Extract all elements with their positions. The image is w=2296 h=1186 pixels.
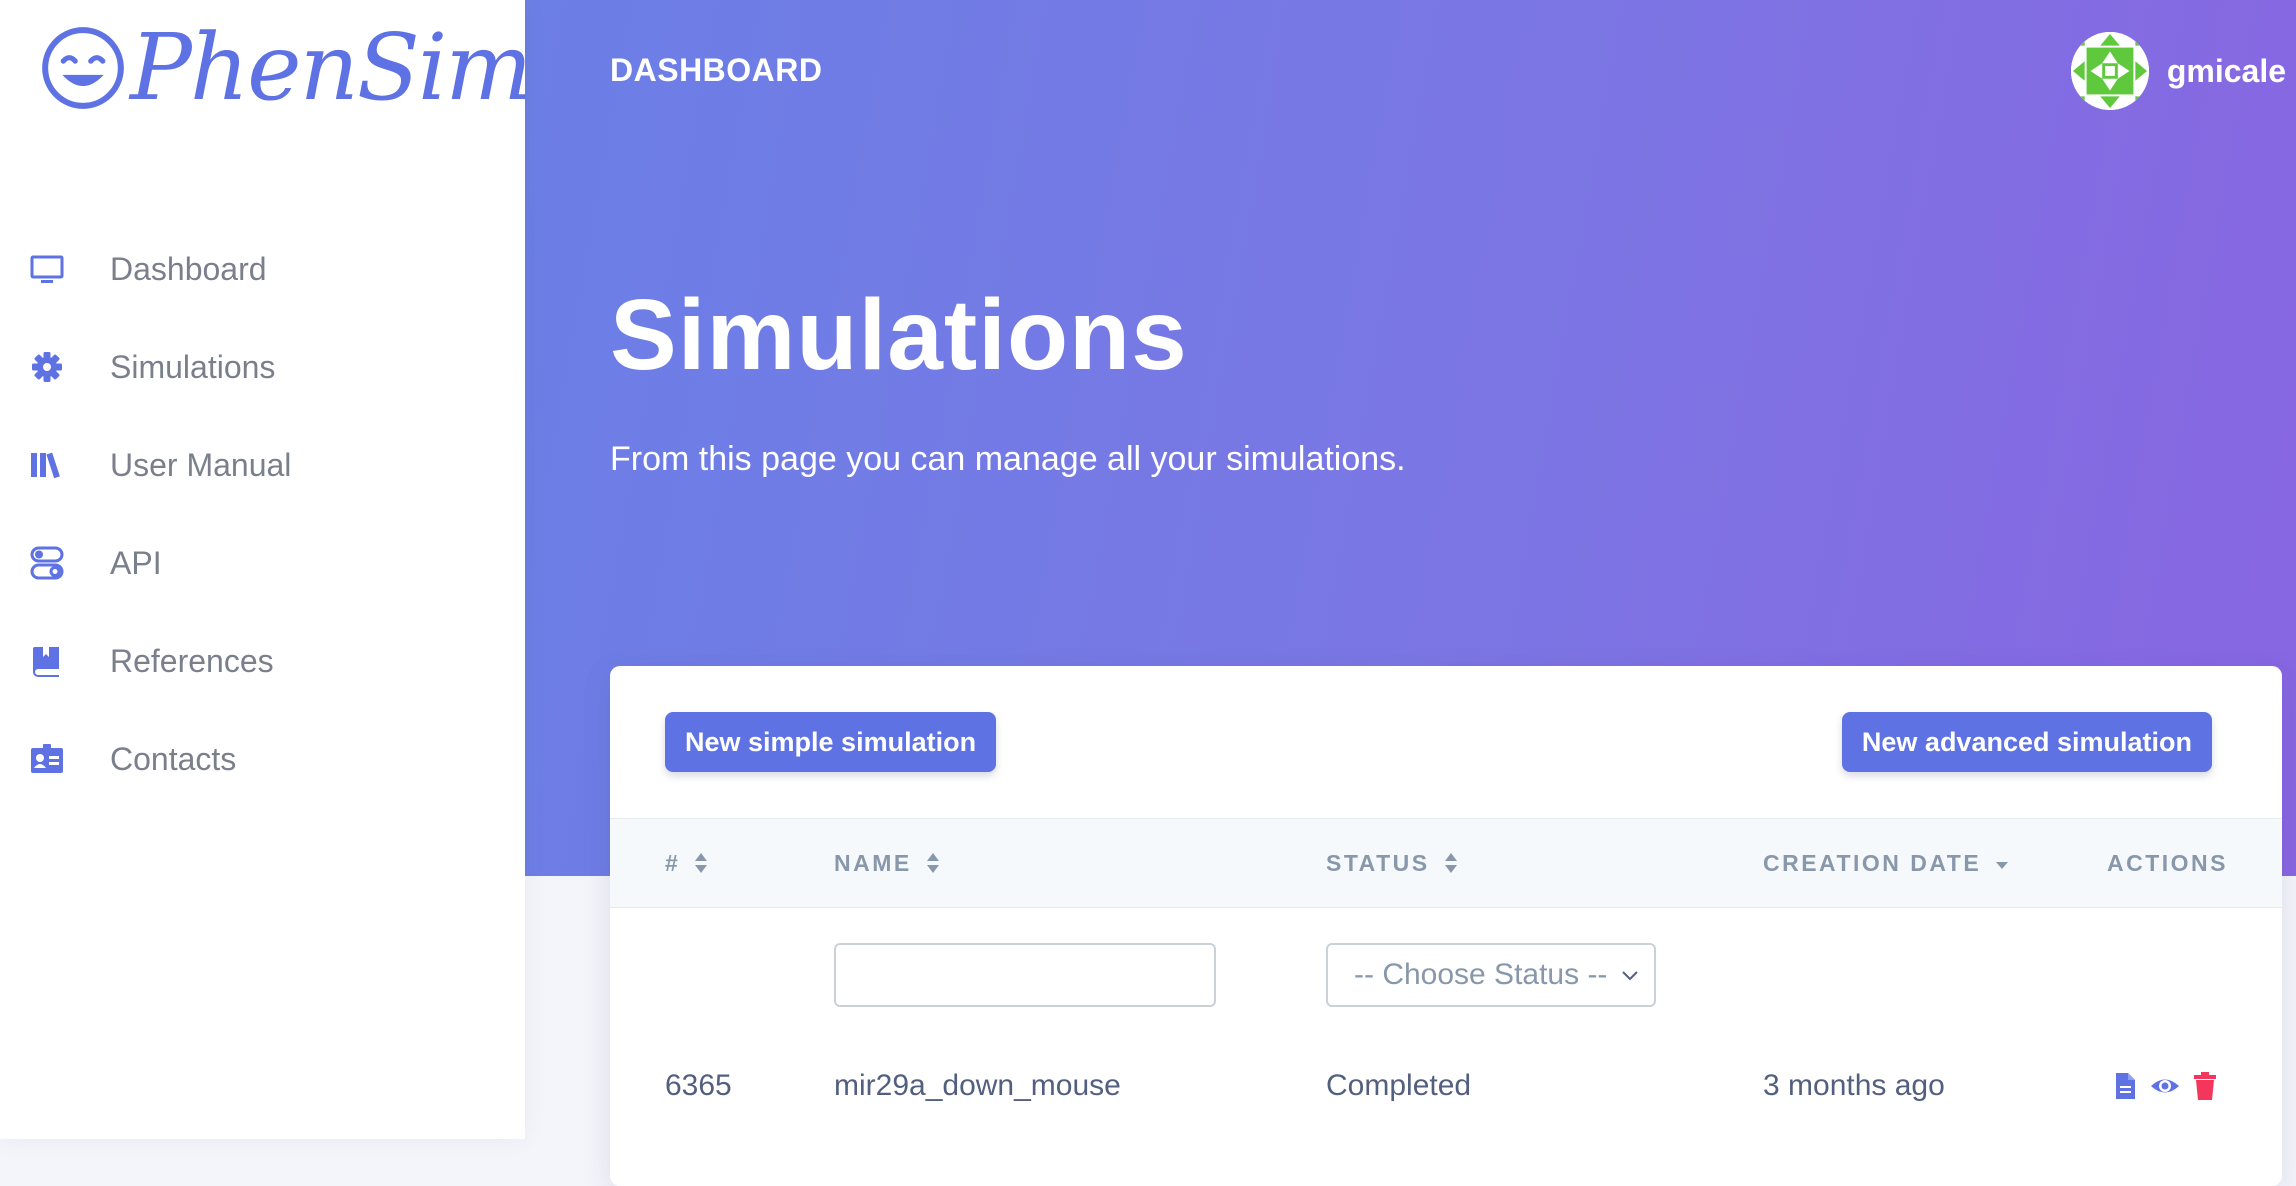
row-actions	[2110, 1036, 2220, 1136]
sidebar-item-api[interactable]: API	[0, 514, 525, 612]
sidebar: PhenSim Dashboard Simulations User Manua…	[0, 0, 533, 1139]
brand-name: PhenSim	[130, 14, 533, 121]
id-card-icon	[28, 740, 66, 778]
new-advanced-simulation-button[interactable]: New advanced simulation	[1841, 712, 2212, 772]
toggles-icon	[28, 544, 66, 582]
user-menu[interactable]: gmicale	[2070, 32, 2286, 110]
table-row[interactable]: 6365 mir29a_down_mouse Completed 3 month…	[610, 1036, 2282, 1136]
eye-icon[interactable]	[2150, 1071, 2180, 1101]
sidebar-item-contacts[interactable]: Contacts	[0, 710, 525, 808]
table-header: # NAME STATUS CREATION DATE ACTIONS	[610, 818, 2282, 908]
row-name: mir29a_down_mouse	[834, 1069, 1121, 1102]
sidebar-item-dashboard[interactable]: Dashboard	[0, 220, 525, 318]
row-id: 6365	[665, 1069, 732, 1102]
column-header-name[interactable]: NAME	[834, 819, 940, 907]
username: gmicale	[2166, 52, 2286, 89]
sidebar-item-label: API	[110, 544, 162, 581]
column-header-id[interactable]: #	[665, 819, 708, 907]
header-section-title[interactable]: DASHBOARD	[610, 52, 823, 89]
column-header-label: CREATION DATE	[1763, 849, 1982, 876]
sidebar-item-label: References	[110, 642, 274, 679]
status-filter-select[interactable]: -- Choose Status --	[1326, 943, 1656, 1007]
sidebar-item-label: Dashboard	[110, 250, 267, 287]
avatar	[2070, 32, 2149, 110]
sidebar-item-label: Simulations	[110, 348, 276, 385]
sort-icon	[1444, 853, 1457, 873]
name-filter-input[interactable]	[834, 943, 1216, 1007]
sidebar-item-label: User Manual	[110, 446, 292, 483]
sort-icon	[695, 853, 708, 873]
sidebar-item-user-manual[interactable]: User Manual	[0, 416, 525, 514]
sidebar-nav: Dashboard Simulations User Manual API Re…	[0, 220, 525, 808]
column-header-status[interactable]: STATUS	[1326, 819, 1458, 907]
column-header-label: ACTIONS	[2107, 849, 2228, 876]
row-creation-date: 3 months ago	[1763, 1069, 1945, 1102]
trash-icon[interactable]	[2190, 1071, 2220, 1101]
sort-icon	[926, 853, 939, 873]
chevron-down-icon	[1622, 971, 1638, 981]
sort-desc-icon	[1996, 862, 2009, 869]
sidebar-item-simulations[interactable]: Simulations	[0, 318, 525, 416]
column-header-label: NAME	[834, 849, 912, 876]
monitor-icon	[28, 250, 66, 288]
row-status: Completed	[1326, 1069, 1472, 1102]
column-header-actions: ACTIONS	[2107, 819, 2228, 907]
smiley-logo-icon	[42, 27, 124, 109]
sidebar-item-references[interactable]: References	[0, 612, 525, 710]
column-header-creation-date[interactable]: CREATION DATE	[1763, 819, 2009, 907]
status-filter-value: -- Choose Status --	[1354, 958, 1608, 991]
sidebar-item-label: Contacts	[110, 740, 237, 777]
column-header-label: STATUS	[1326, 849, 1430, 876]
gear-icon	[28, 348, 66, 386]
page-subtitle: From this page you can manage all your s…	[610, 440, 1406, 478]
book-icon	[28, 642, 66, 680]
new-simple-simulation-button[interactable]: New simple simulation	[665, 712, 997, 772]
column-header-label: #	[665, 849, 681, 876]
page-title: Simulations	[610, 279, 1188, 391]
file-icon[interactable]	[2110, 1071, 2140, 1101]
books-icon	[28, 446, 66, 484]
brand-logo[interactable]: PhenSim	[40, 14, 533, 121]
simulations-card: New simple simulation New advanced simul…	[610, 666, 2282, 1186]
